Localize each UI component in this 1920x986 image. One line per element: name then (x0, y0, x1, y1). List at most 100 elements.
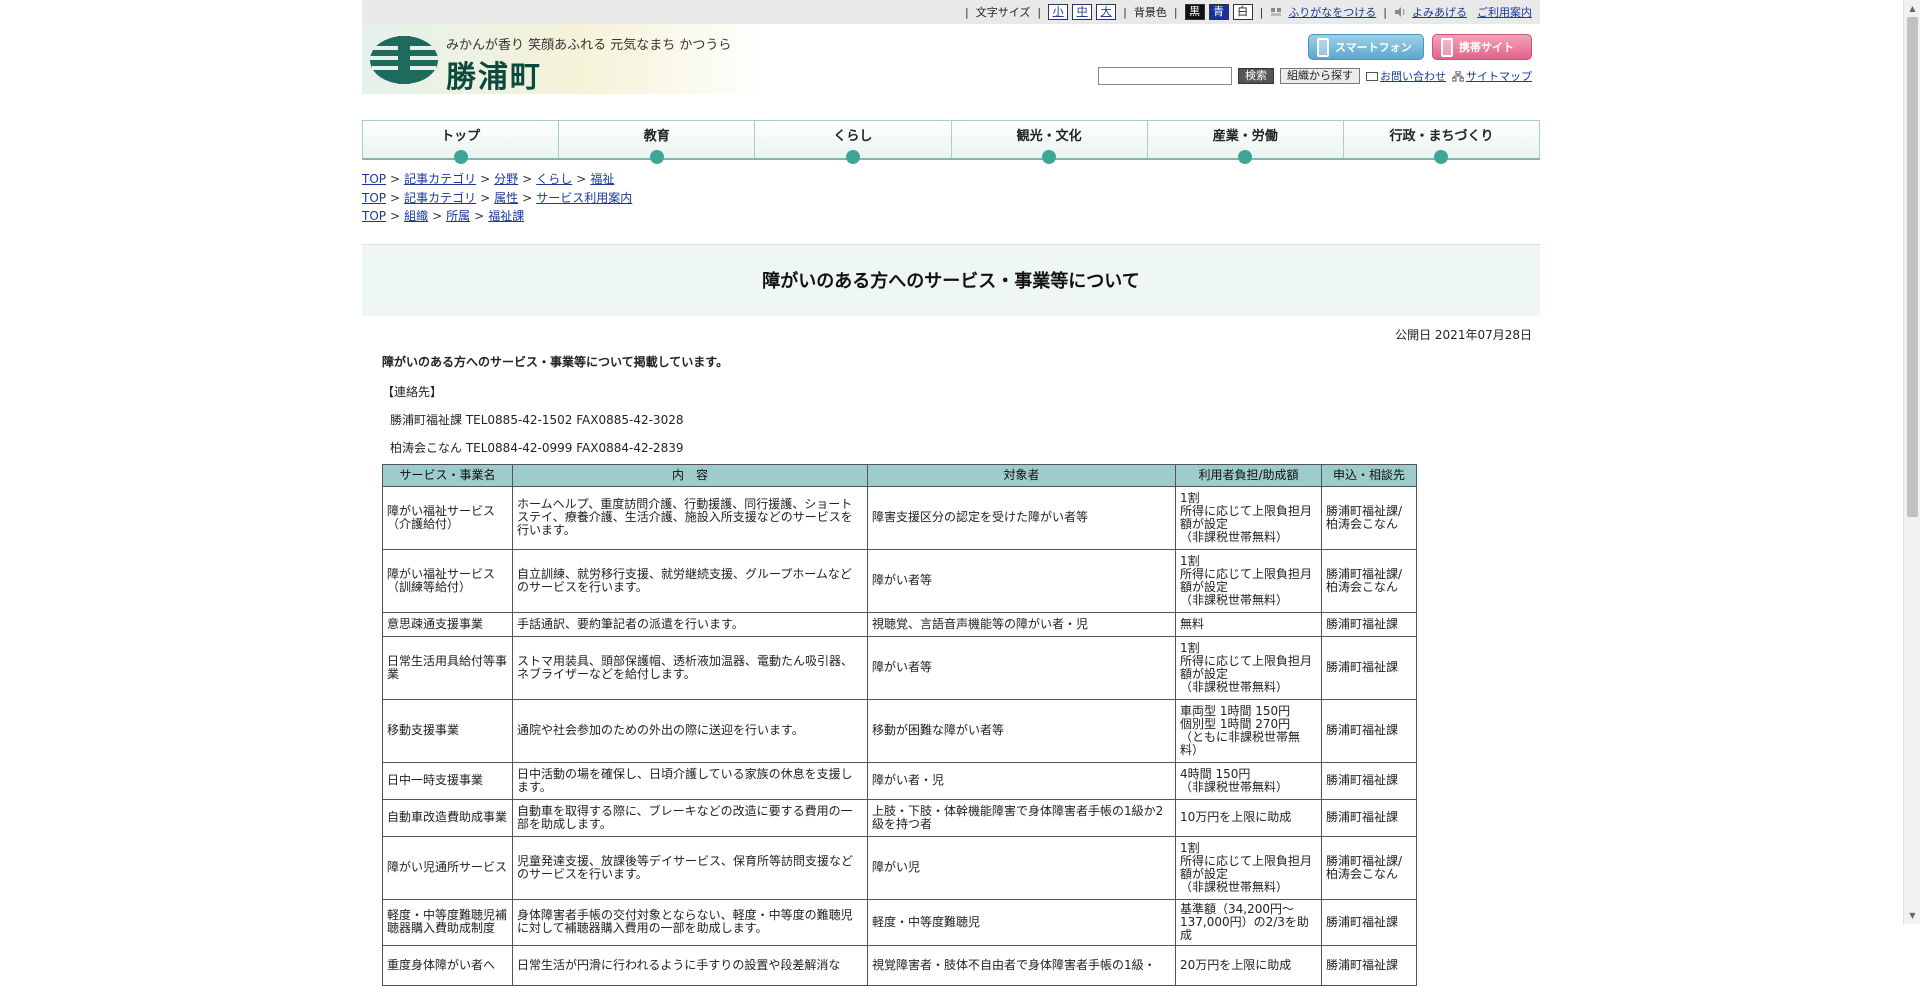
contact-link[interactable]: お問い合わせ (1380, 70, 1446, 83)
chevron-right-icon: > (522, 172, 533, 186)
publish-date: 公開日 2021年07月28日 (1395, 327, 1532, 342)
content-cell: 通院や社会参加のための外出の際に送迎を行います。 (512, 698, 868, 763)
nav-administration[interactable]: 行政・まちづくり (1344, 121, 1539, 164)
page-title: 障がいのある方へのサービス・事業等について (762, 271, 1140, 292)
service-name-cell: 軽度・中等度難聴児補聴器購入費助成制度 (382, 898, 513, 946)
service-name-cell: 日常生活用具給付等事業 (382, 635, 513, 700)
read-aloud-link[interactable]: よみあげる (1412, 4, 1467, 20)
nav-label: 教育 (643, 129, 670, 144)
breadcrumb-link[interactable]: 組織 (404, 209, 428, 223)
breadcrumb-link[interactable]: サービス利用案内 (536, 191, 632, 205)
nav-dot-icon (649, 150, 664, 164)
contact-cell: 勝浦町福祉課/柏涛会こなん (1321, 548, 1417, 613)
content-cell: 身体障害者手帳の交付対象とならない、軽度・中等度の難聴児に対して補聴器購入費用の… (512, 898, 868, 946)
search-input[interactable] (1098, 67, 1232, 85)
contact-link-wrapper[interactable]: お問い合わせ (1366, 68, 1446, 84)
chevron-right-icon: > (576, 172, 587, 186)
mobile-phone-icon (1441, 38, 1453, 57)
title-box: 障がいのある方へのサービス・事業等について (362, 243, 1540, 316)
service-name-cell: 障がい福祉サービス（介護給付） (382, 485, 513, 550)
divider: | (1123, 5, 1127, 19)
table-row: 日常生活用具給付等事業 ストマ用装具、頭部保護帽、透析液加温器、電動たん吸引器、ネ… (382, 635, 1417, 700)
table-row: 移動支援事業 通院や社会参加のための外出の際に送迎を行います。 移動が困難な障がい者… (382, 698, 1417, 763)
table-header-row: サービス・事業名 内 容 対象者 利用者負担/助成額 申込・相談先 (382, 463, 1417, 487)
background-color-label: 背景色 (1133, 6, 1167, 19)
chevron-right-icon: > (390, 190, 401, 205)
cost-cell: 20万円を上限に助成 (1175, 944, 1322, 986)
breadcrumb-link[interactable]: TOP (362, 209, 386, 223)
nav-education[interactable]: 教育 (559, 121, 756, 164)
service-name-cell: 日中一時支援事業 (382, 761, 513, 800)
nav-dot-icon (845, 150, 860, 164)
nav-top[interactable]: トップ (363, 121, 560, 164)
breadcrumb-link[interactable]: 福祉課 (488, 209, 524, 223)
nav-living[interactable]: くらし (755, 121, 952, 164)
sitemap-link[interactable]: サイトマップ (1466, 70, 1532, 83)
global-navigation: トップ 教育 くらし 観光・文化 産業・労働 行政・まちづくり (362, 120, 1540, 164)
breadcrumb-link[interactable]: TOP (362, 172, 386, 186)
contact-cell: 勝浦町福祉課 (1321, 798, 1417, 837)
mail-icon (1366, 72, 1378, 81)
nav-label: 産業・労働 (1212, 129, 1278, 144)
search-button[interactable]: 検索 (1238, 68, 1274, 84)
text-size-medium-button[interactable]: 中 (1072, 4, 1093, 20)
breadcrumb-link[interactable]: 記事カテゴリ (404, 172, 476, 186)
breadcrumb-link[interactable]: くらし (536, 172, 572, 186)
lead-text: 障がいのある方へのサービス・事業等について掲載しています。 (382, 354, 729, 369)
scrollbar-thumb[interactable] (1907, 17, 1918, 517)
text-size-large-button[interactable]: 大 (1096, 4, 1117, 20)
breadcrumb-link[interactable]: TOP (362, 191, 386, 205)
content-cell: 自立訓練、就労移行支援、就労継続支援、グループホームなどのサービスを行います。 (512, 548, 868, 613)
nav-tourism-culture[interactable]: 観光・文化 (952, 121, 1148, 164)
bg-black-button[interactable]: 黒 (1184, 4, 1205, 20)
utility-bar: | 文字サイズ | 小 中 大 | 背景色 | 黒 青 白 | ふりがなをつける… (362, 0, 1540, 24)
column-header: 申込・相談先 (1321, 463, 1417, 487)
scroll-down-arrow-icon[interactable]: ▼ (1904, 907, 1920, 924)
vertical-scrollbar[interactable]: ▲ ▼ (1903, 0, 1920, 924)
nav-dot-icon (1238, 150, 1253, 164)
furigana-link[interactable]: ふりがなをつける (1288, 4, 1376, 20)
logo-banner[interactable]: みかんが香り 笑顔あふれる 元気なまち かつうら 勝浦町 (362, 24, 767, 95)
search-by-organization-button[interactable]: 組織から探す (1280, 68, 1360, 84)
furigana-icon (1271, 8, 1282, 16)
town-emblem-icon (370, 36, 438, 84)
target-cell: 視覚障害者・肢体不自由者で身体障害者手帳の1級・ (867, 944, 1176, 986)
contact-cell: 勝浦町福祉課 (1321, 898, 1417, 946)
sitemap-link-wrapper[interactable]: サイトマップ (1452, 68, 1532, 84)
contact-cell: 勝浦町福祉課 (1321, 635, 1417, 700)
main-content: 障がいのある方へのサービス・事業等について掲載しています。 【連絡先】 勝浦町福… (362, 353, 1540, 986)
mobile-site-button[interactable]: 携帯サイト (1432, 34, 1532, 60)
mobile-site-label: 携帯サイト (1459, 41, 1514, 54)
divider: | (1173, 5, 1178, 19)
breadcrumb-link[interactable]: 所属 (446, 209, 470, 223)
nav-dot-icon (1434, 150, 1449, 164)
smartphone-site-button[interactable]: スマートフォンサイト (1308, 34, 1424, 80)
chevron-right-icon: > (474, 209, 485, 223)
nav-industry-labor[interactable]: 産業・労働 (1148, 121, 1344, 164)
column-header: 利用者負担/助成額 (1175, 463, 1322, 487)
bg-blue-button[interactable]: 青 (1208, 4, 1229, 20)
divider: | (1037, 5, 1042, 19)
service-name-cell: 障がい児通所サービス (382, 835, 513, 900)
text-size-small-button[interactable]: 小 (1048, 4, 1069, 20)
cost-cell: 無料 (1175, 611, 1322, 637)
target-cell: 障害支援区分の認定を受けた障がい者等 (867, 485, 1176, 550)
breadcrumb-link[interactable]: 分野 (494, 172, 518, 186)
target-cell: 上肢・下肢・体幹機能障害で身体障害者手帳の1級か2級を持つ者 (867, 798, 1176, 837)
usage-guide-link[interactable]: ご利用案内 (1477, 4, 1532, 20)
smartphone-icon (1317, 38, 1329, 57)
breadcrumb-link[interactable]: 属性 (494, 191, 518, 205)
nav-label: 観光・文化 (1016, 129, 1082, 144)
service-name-cell: 自動車改造費助成事業 (382, 798, 513, 837)
cost-cell: 1割 所得に応じて上限負担月額が設定 （非課税世帯無料） (1175, 635, 1322, 700)
catchphrase: みかんが香り 笑顔あふれる 元気なまち かつうら (446, 38, 732, 53)
breadcrumb-link[interactable]: 福祉 (590, 172, 614, 186)
cost-cell: 車両型 1時間 150円 個別型 1時間 270円 （ともに非課税世帯無料） (1175, 698, 1322, 763)
bg-white-button[interactable]: 白 (1232, 4, 1253, 20)
scroll-up-arrow-icon[interactable]: ▲ (1904, 0, 1920, 17)
cost-cell: 1割 所得に応じて上限負担月額が設定 （非課税世帯無料） (1175, 835, 1322, 900)
content-cell: 日常生活が円滑に行われるように手すりの設置や段差解消な (512, 944, 868, 986)
breadcrumb-link[interactable]: 記事カテゴリ (404, 191, 476, 205)
content-cell: 日中活動の場を確保し、日頃介護している家族の休息を支援します。 (512, 761, 868, 800)
nav-label: トップ (441, 129, 481, 144)
